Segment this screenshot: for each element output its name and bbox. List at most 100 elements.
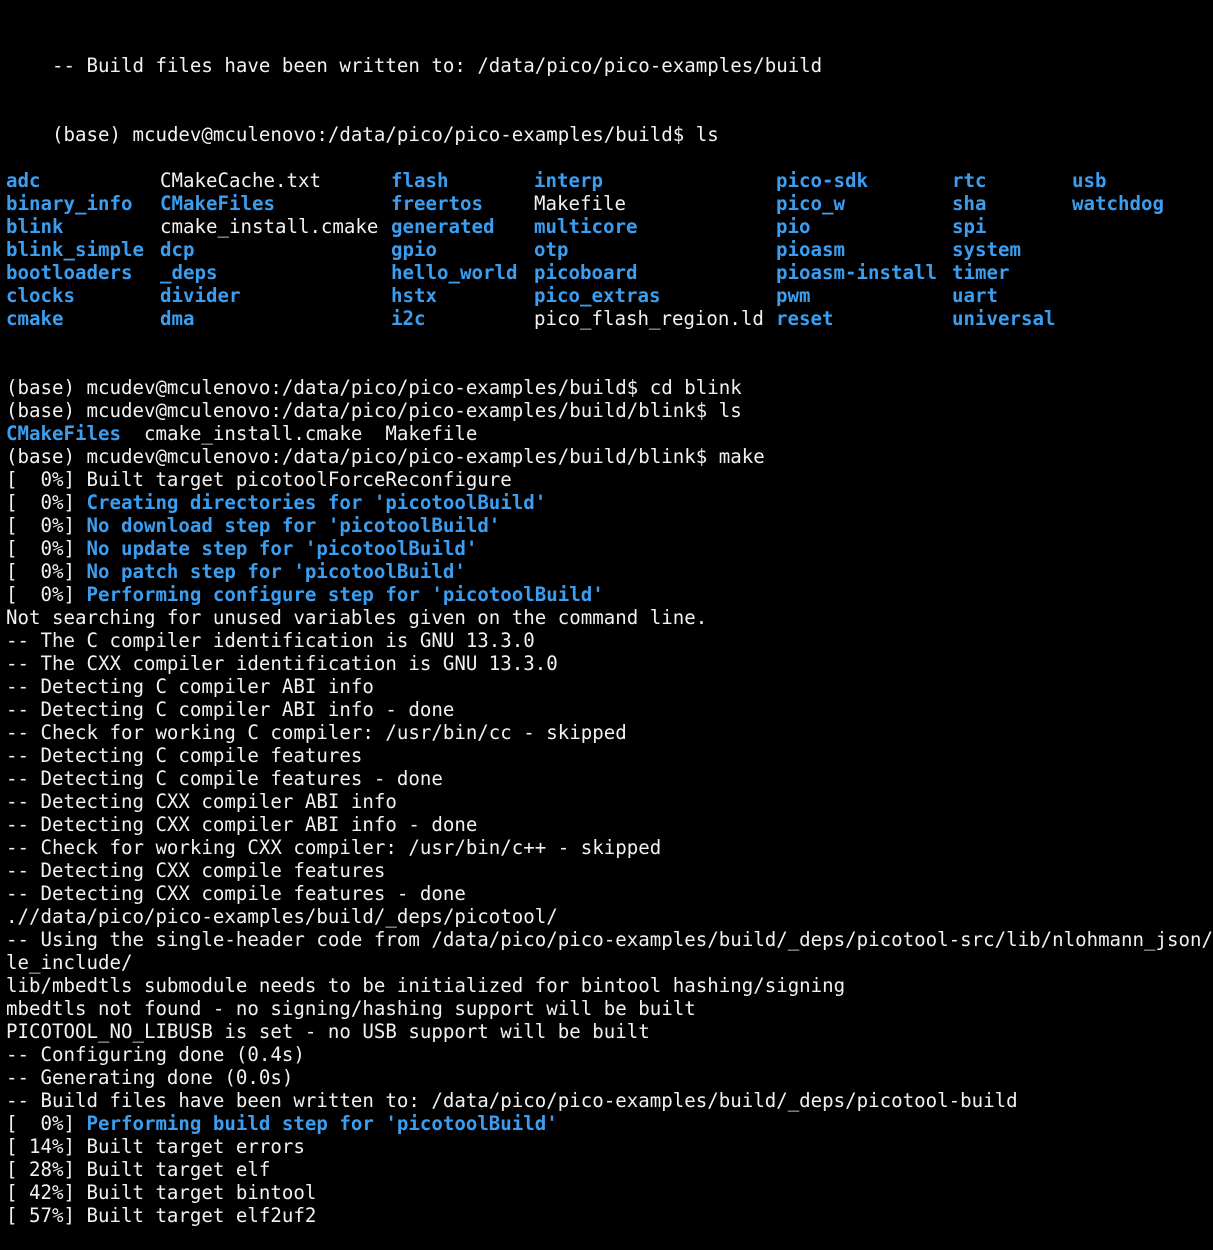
output-text: .//data/pico/pico-examples/build/_deps/p…: [6, 905, 558, 928]
ls-directory-entry: clocks: [6, 284, 75, 307]
terminal-window[interactable]: -- Build files have been written to: /da…: [6, 0, 1213, 1250]
ls-directory-entry: pioasm: [776, 238, 845, 261]
terminal-line: [ 0%] Creating directories for 'picotool…: [6, 491, 1211, 514]
output-text: [ 57%] Built target elf2uf2: [6, 1204, 317, 1227]
output-text: -- Check for working C compiler: /usr/bi…: [6, 721, 627, 744]
build-status-text: No patch step for 'picotoolBuild': [86, 560, 466, 583]
ls-row: binary_info CMakeFiles freertos Makefile pic…: [6, 192, 1211, 215]
output-text: [ 0%]: [6, 514, 87, 537]
terminal-line: [ 28%] Built target elf: [6, 1158, 1211, 1181]
ls-directory-entry: picoboard: [534, 261, 638, 284]
ls-directory-entry: interp: [534, 169, 603, 192]
ls-directory-entry: pio: [776, 215, 811, 238]
ls-directory-entry: pico-sdk: [776, 169, 868, 192]
ls-listing: adc CMakeCache.txt flash interp pico-sdk rtc u…: [6, 169, 1211, 330]
ls-row: blink cmake_install.cmake generated multico…: [6, 215, 1211, 238]
terminal-line: CMakeFiles cmake_install.cmake Makefile: [6, 422, 1211, 445]
ls-directory-entry: rtc: [952, 169, 987, 192]
ls-directory-entry: pico_w: [776, 192, 845, 215]
terminal-line: lib/mbedtls submodule needs to be initia…: [6, 974, 1211, 997]
terminal-line: -- Detecting CXX compiler ABI info: [6, 790, 1211, 813]
output-text: (base) mcudev@mculenovo:/data/pico/pico-…: [6, 376, 742, 399]
terminal-line: [ 0%] No patch step for 'picotoolBuild': [6, 560, 1211, 583]
ls-directory-entry: divider: [160, 284, 241, 307]
terminal-line: -- Detecting CXX compile features: [6, 859, 1211, 882]
output-text: (base) mcudev@mculenovo:/data/pico/pico-…: [6, 445, 765, 468]
ls-directory-entry: universal: [952, 307, 1056, 330]
ls-directory-entry: gpio: [391, 238, 437, 261]
output-text: le_include/: [6, 951, 133, 974]
ls-file-entry: CMakeCache.txt: [160, 169, 321, 192]
ls-directory-entry: hstx: [391, 284, 437, 307]
ls-directory-entry: timer: [952, 261, 1010, 284]
output-text: [ 0%]: [6, 1112, 87, 1135]
terminal-line: -- The CXX compiler identification is GN…: [6, 652, 1211, 675]
terminal-line: (base) mcudev@mculenovo:/data/pico/pico-…: [6, 445, 1211, 468]
terminal-line: [ 0%] No update step for 'picotoolBuild': [6, 537, 1211, 560]
output-text: [ 0%]: [6, 537, 87, 560]
ls-directory-entry: pico_extras: [534, 284, 661, 307]
terminal-line: -- Check for working C compiler: /usr/bi…: [6, 721, 1211, 744]
output-text: -- Detecting CXX compile features: [6, 859, 386, 882]
ls-directory-entry: flash: [391, 169, 449, 192]
ls-row: bootloaders _deps hello_world picoboard pioa…: [6, 261, 1211, 284]
ls-row: clocks divider hstx pico_extras pwm uart: [6, 284, 1211, 307]
terminal-line: [ 0%] No download step for 'picotoolBuil…: [6, 514, 1211, 537]
terminal-line: -- The C compiler identification is GNU …: [6, 629, 1211, 652]
output-text: -- Detecting C compiler ABI info - done: [6, 698, 455, 721]
ls-directory-entry: pioasm-install: [776, 261, 937, 284]
terminal-line: -- Detecting CXX compiler ABI info - don…: [6, 813, 1211, 836]
build-status-text: No download step for 'picotoolBuild': [86, 514, 501, 537]
terminal-line: -- Detecting C compile features: [6, 744, 1211, 767]
build-status-text: Performing configure step for 'picotoolB…: [86, 583, 604, 606]
output-text: mbedtls not found - no signing/hashing s…: [6, 997, 696, 1020]
ls-file-entry: Makefile: [534, 192, 626, 215]
output-text: -- Detecting C compile features: [6, 744, 363, 767]
ls-directory-entry: adc: [6, 169, 41, 192]
output-text: -- Generating done (0.0s): [6, 1066, 294, 1089]
ls-directory-entry: system: [952, 238, 1021, 261]
ls-row: blink_simple dcp gpio otp pioasm system: [6, 238, 1211, 261]
ls-directory-entry: binary_info: [6, 192, 133, 215]
ls-directory-entry: dcp: [160, 238, 195, 261]
output-text: -- Configuring done (0.4s): [6, 1043, 305, 1066]
ls-directory-entry: otp: [534, 238, 569, 261]
output-text: [ 0%]: [6, 491, 87, 514]
output-text: [ 0%]: [6, 583, 87, 606]
ls-directory-entry: multicore: [534, 215, 638, 238]
terminal-line: [ 0%] Performing configure step for 'pic…: [6, 583, 1211, 606]
terminal-line: [ 14%] Built target errors: [6, 1135, 1211, 1158]
terminal-line: -- Build files have been written to: /da…: [6, 31, 1211, 77]
ls-directory-entry: usb: [1072, 169, 1107, 192]
terminal-line: le_include/: [6, 951, 1211, 974]
output-text: -- The CXX compiler identification is GN…: [6, 652, 558, 675]
ls-directory-entry: uart: [952, 284, 998, 307]
terminal-line: -- Detecting CXX compile features - done: [6, 882, 1211, 905]
terminal-line: [ 57%] Built target elf2uf2: [6, 1204, 1211, 1227]
terminal-line: -- Configuring done (0.4s): [6, 1043, 1211, 1066]
ls-row: adc CMakeCache.txt flash interp pico-sdk rtc u…: [6, 169, 1211, 192]
ls-directory-entry: watchdog: [1072, 192, 1164, 215]
prompt-ls-text: (base) mcudev@mculenovo:/data/pico/pico-…: [51, 123, 719, 146]
ls-directory-entry: blink_simple: [6, 238, 144, 261]
output-text: -- Detecting CXX compiler ABI info - don…: [6, 813, 478, 836]
ls-directory-entry: pwm: [776, 284, 811, 307]
ls-directory-entry: spi: [952, 215, 987, 238]
terminal-line: -- Detecting C compiler ABI info - done: [6, 698, 1211, 721]
terminal-line: (base) mcudev@mculenovo:/data/pico/pico-…: [6, 376, 1211, 399]
build-status-text: No update step for 'picotoolBuild': [86, 537, 478, 560]
terminal-line: -- Detecting C compiler ABI info: [6, 675, 1211, 698]
output-text: -- Using the single-header code from /da…: [6, 928, 1213, 951]
terminal-line: -- Build files have been written to: /da…: [6, 1089, 1211, 1112]
terminal-line: [ 0%] Built target picotoolForceReconfig…: [6, 468, 1211, 491]
output-text: -- Check for working CXX compiler: /usr/…: [6, 836, 662, 859]
ls-directory-entry: _deps: [160, 261, 218, 284]
ls-directory-entry: generated: [391, 215, 495, 238]
terminal-line: Not searching for unused variables given…: [6, 606, 1211, 629]
output-text: -- The C compiler identification is GNU …: [6, 629, 535, 652]
output-text: cmake_install.cmake Makefile: [120, 422, 478, 445]
ls-file-entry: pico_flash_region.ld: [534, 307, 764, 330]
ls-directory-entry: bootloaders: [6, 261, 133, 284]
output-text: [ 0%]: [6, 560, 87, 583]
output-text: PICOTOOL_NO_LIBUSB is set - no USB suppo…: [6, 1020, 650, 1043]
